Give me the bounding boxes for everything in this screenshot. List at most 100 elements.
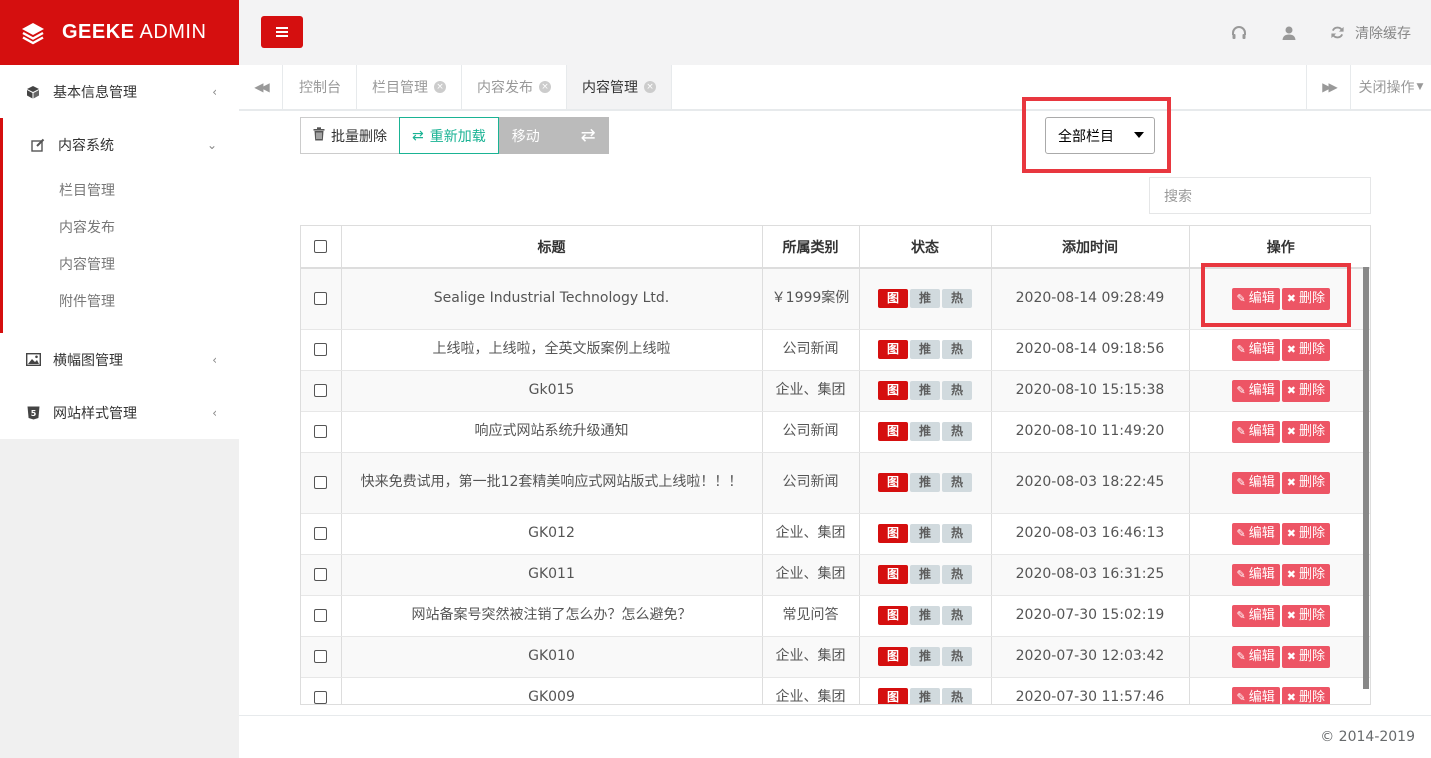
- table-row: 快来免费试用，第一批12套精美响应式网站版式上线啦！！！ 公司新闻图推热 2020-…: [301, 452, 1370, 514]
- clear-cache-button[interactable]: 清除缓存: [1327, 23, 1411, 43]
- menu-toggle-button[interactable]: [261, 16, 303, 48]
- badge-image[interactable]: 图: [878, 687, 908, 704]
- row-checkbox[interactable]: [314, 526, 328, 540]
- sidebar-subitem-attachment-manage[interactable]: 附件管理: [3, 282, 239, 319]
- badge-recommend[interactable]: 推: [910, 564, 940, 584]
- badge-recommend[interactable]: 推: [910, 523, 940, 543]
- badge-hot[interactable]: 热: [942, 523, 972, 543]
- sidebar-item-content-system[interactable]: 内容系统 ⌄: [3, 118, 239, 171]
- sidebar-subitem-content-publish[interactable]: 内容发布: [3, 208, 239, 245]
- close-icon[interactable]: ×: [539, 81, 551, 93]
- move-button[interactable]: 移动 ⇄: [498, 117, 609, 154]
- html5-icon: 5: [25, 405, 41, 421]
- column-header-time[interactable]: 添加时间: [991, 226, 1190, 269]
- badge-recommend[interactable]: 推: [910, 646, 940, 666]
- row-checkbox[interactable]: [314, 342, 328, 356]
- close-icon[interactable]: ×: [644, 81, 656, 93]
- sidebar-item-basic-info[interactable]: 基本信息管理 ‹: [0, 65, 239, 118]
- edit-button[interactable]: ✎ 编辑: [1231, 645, 1280, 668]
- column-header-title[interactable]: 标题: [341, 226, 763, 269]
- tab-column-manage[interactable]: 栏目管理 ×: [357, 65, 462, 109]
- badge-hot[interactable]: 热: [942, 564, 972, 584]
- badge-hot[interactable]: 热: [942, 339, 972, 359]
- badge-recommend[interactable]: 推: [910, 421, 940, 441]
- badge-image[interactable]: 图: [878, 523, 908, 543]
- badge-image[interactable]: 图: [878, 646, 908, 666]
- badge-recommend[interactable]: 推: [910, 687, 940, 704]
- reload-button[interactable]: ⇄ 重新加载: [399, 117, 499, 154]
- delete-button[interactable]: ✖ 删除: [1281, 379, 1330, 402]
- delete-button[interactable]: ✖ 删除: [1281, 686, 1330, 704]
- delete-button[interactable]: ✖ 删除: [1281, 338, 1330, 361]
- edit-button[interactable]: ✎ 编辑: [1231, 420, 1280, 443]
- search-input[interactable]: 搜索: [1149, 177, 1371, 214]
- badge-hot[interactable]: 热: [942, 380, 972, 400]
- tab-scroll-right-button[interactable]: ▶▶: [1306, 65, 1350, 109]
- user-icon[interactable]: [1279, 23, 1299, 43]
- table-scrollbar[interactable]: [1363, 267, 1369, 689]
- column-header-status[interactable]: 状态: [859, 226, 992, 269]
- brand-logo[interactable]: GEEKE ADMIN: [0, 0, 239, 65]
- badge-image[interactable]: 图: [878, 472, 908, 492]
- batch-delete-button[interactable]: 批量删除: [300, 117, 400, 154]
- edit-button[interactable]: ✎ 编辑: [1231, 471, 1280, 494]
- row-select-cell: [301, 411, 342, 453]
- delete-button[interactable]: ✖ 删除: [1281, 604, 1330, 627]
- badge-recommend[interactable]: 推: [910, 472, 940, 492]
- edit-button[interactable]: ✎ 编辑: [1231, 379, 1280, 402]
- row-checkbox[interactable]: [314, 383, 328, 397]
- tab-content-publish[interactable]: 内容发布 ×: [462, 65, 567, 109]
- select-all-checkbox[interactable]: [314, 240, 328, 253]
- delete-label: 删除: [1298, 342, 1325, 357]
- badge-hot[interactable]: 热: [942, 687, 972, 704]
- cell-time: 2020-08-14 09:28:49: [991, 268, 1190, 330]
- badge-hot[interactable]: 热: [942, 421, 972, 441]
- badge-image[interactable]: 图: [878, 564, 908, 584]
- tab-dashboard[interactable]: 控制台: [284, 65, 357, 109]
- badge-image[interactable]: 图: [878, 421, 908, 441]
- sidebar-item-site-style[interactable]: 5 网站样式管理 ‹: [0, 386, 239, 439]
- delete-button[interactable]: ✖ 删除: [1281, 471, 1330, 494]
- tab-scroll-left-button[interactable]: ◀◀: [239, 65, 283, 109]
- edit-button[interactable]: ✎ 编辑: [1231, 563, 1280, 586]
- edit-button[interactable]: ✎ 编辑: [1231, 522, 1280, 545]
- row-checkbox[interactable]: [314, 608, 328, 622]
- badge-image[interactable]: 图: [878, 288, 908, 308]
- delete-button[interactable]: ✖ 删除: [1281, 522, 1330, 545]
- badge-image[interactable]: 图: [878, 605, 908, 625]
- badge-recommend[interactable]: 推: [910, 380, 940, 400]
- sidebar-subitem-column-manage[interactable]: 栏目管理: [3, 171, 239, 208]
- badge-image[interactable]: 图: [878, 339, 908, 359]
- badge-recommend[interactable]: 推: [910, 288, 940, 308]
- sidebar-subitem-content-manage[interactable]: 内容管理: [3, 245, 239, 282]
- badge-hot[interactable]: 热: [942, 646, 972, 666]
- delete-button[interactable]: ✖ 删除: [1281, 563, 1330, 586]
- delete-button[interactable]: ✖ 删除: [1281, 420, 1330, 443]
- row-checkbox[interactable]: [314, 690, 328, 704]
- sidebar-item-banner[interactable]: 横幅图管理 ‹: [0, 333, 239, 386]
- close-icon[interactable]: ×: [434, 81, 446, 93]
- cell-actions: ✎ 编辑 ✖ 删除: [1189, 677, 1370, 704]
- row-checkbox[interactable]: [314, 291, 328, 305]
- category-select[interactable]: 全部栏目: [1045, 117, 1155, 154]
- badge-hot[interactable]: 热: [942, 605, 972, 625]
- close-operations-dropdown[interactable]: 关闭操作 ▼: [1350, 65, 1431, 109]
- row-checkbox[interactable]: [314, 649, 328, 663]
- headphones-icon[interactable]: [1229, 23, 1249, 43]
- badge-image[interactable]: 图: [878, 380, 908, 400]
- sidebar-item-label: 横幅图管理: [53, 352, 123, 369]
- row-checkbox[interactable]: [314, 475, 328, 489]
- badge-recommend[interactable]: 推: [910, 339, 940, 359]
- row-checkbox[interactable]: [314, 567, 328, 581]
- svg-text:5: 5: [30, 409, 36, 418]
- delete-button[interactable]: ✖ 删除: [1281, 645, 1330, 668]
- edit-button[interactable]: ✎ 编辑: [1231, 604, 1280, 627]
- column-header-category[interactable]: 所属类别: [762, 226, 860, 269]
- edit-button[interactable]: ✎ 编辑: [1231, 338, 1280, 361]
- edit-button[interactable]: ✎ 编辑: [1231, 686, 1280, 704]
- badge-hot[interactable]: 热: [942, 288, 972, 308]
- badge-recommend[interactable]: 推: [910, 605, 940, 625]
- badge-hot[interactable]: 热: [942, 472, 972, 492]
- row-checkbox[interactable]: [314, 424, 328, 438]
- tab-content-manage[interactable]: 内容管理 ×: [567, 65, 672, 109]
